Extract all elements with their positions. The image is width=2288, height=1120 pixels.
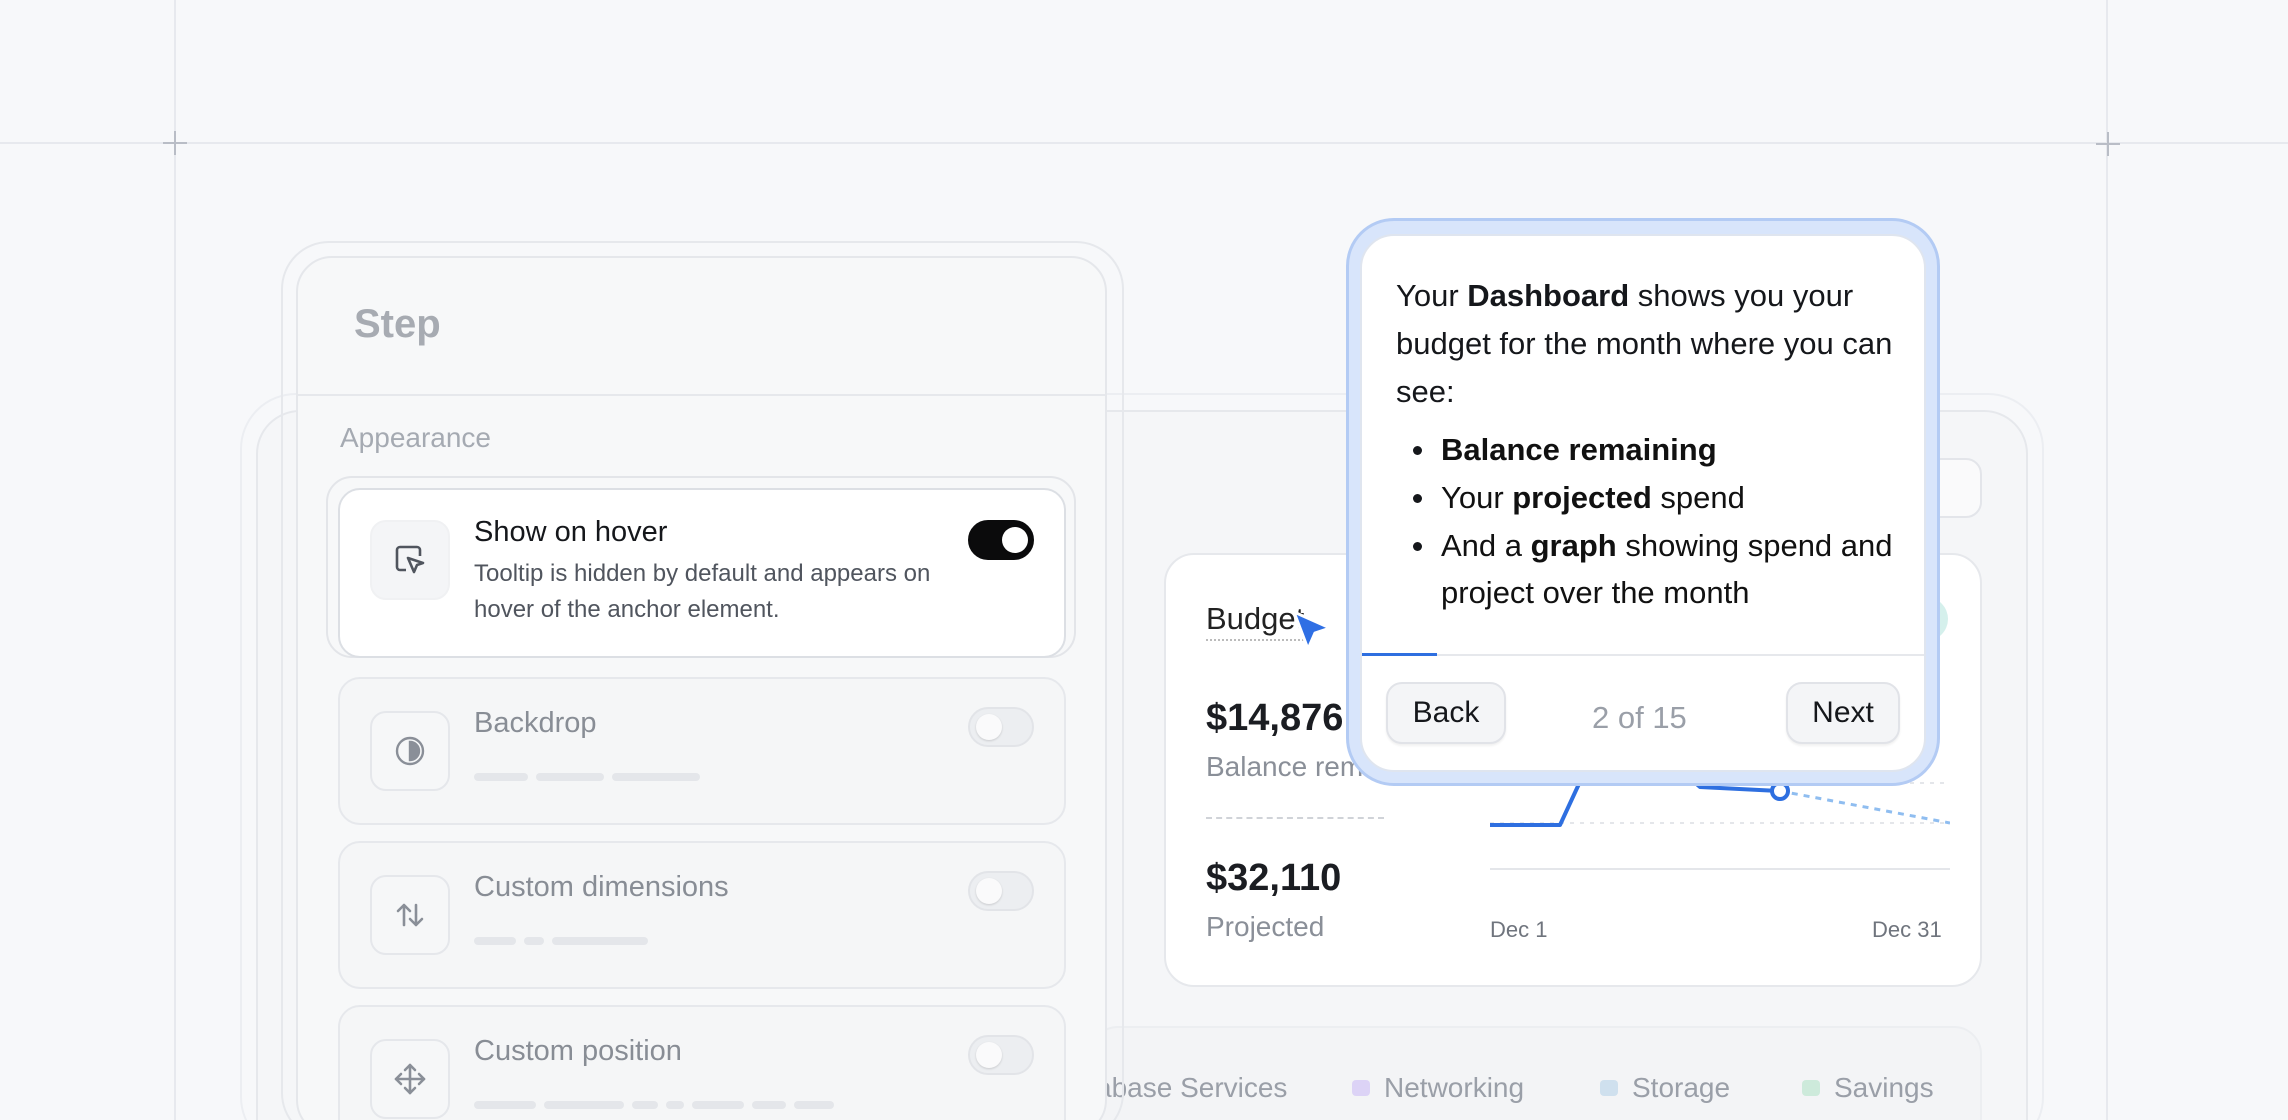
section-label-appearance: Appearance (340, 422, 492, 453)
option-backdrop[interactable]: Backdrop (338, 677, 1066, 825)
show-on-hover-toggle[interactable] (968, 520, 1034, 560)
option-placeholder (474, 1101, 834, 1109)
step-divider (298, 394, 1105, 396)
option-title: Custom position (474, 1035, 682, 1067)
legend-label: abase Services (1096, 1072, 1288, 1103)
legend-label: Storage (1632, 1072, 1731, 1103)
legend-item: abase Services (1096, 1072, 1287, 1104)
option-custom-dimensions[interactable]: Custom dimensions (338, 841, 1066, 989)
guide-line-right (2106, 0, 2108, 1120)
backdrop-toggle[interactable] (968, 707, 1034, 747)
balance-amount: $14,876 (1206, 697, 1344, 739)
list-item: And a graph showing spend and project ov… (1396, 522, 1896, 616)
tooltip-list: Balance remaining Your projected spend A… (1396, 426, 1896, 617)
back-button[interactable]: Back (1386, 682, 1506, 744)
legend-item: Savings (1802, 1072, 1934, 1104)
option-show-on-hover[interactable]: Show on hover Tooltip is hidden by defau… (338, 488, 1066, 658)
option-description: Tooltip is hidden by default and appears… (474, 560, 931, 623)
crosshair-left (163, 131, 187, 155)
legend-label: Networking (1384, 1072, 1525, 1103)
chart-x-end: Dec 31 (1872, 917, 1942, 942)
projected-line (1779, 789, 1950, 825)
legend-label: Savings (1834, 1072, 1934, 1103)
option-custom-position[interactable]: Custom position (338, 1005, 1066, 1120)
tooltip-intro: Your Dashboard shows you your budget for… (1396, 278, 1893, 409)
option-placeholder (474, 773, 700, 781)
arrows-up-down-icon (370, 875, 450, 955)
chart-x-start: Dec 1 (1490, 917, 1548, 942)
legend-swatch (1352, 1080, 1370, 1096)
amount-divider (1206, 817, 1384, 819)
guide-line-left (174, 0, 176, 1120)
tour-tooltip: Your Dashboard shows you your budget for… (1360, 234, 1926, 772)
pointer-hover-icon (370, 520, 450, 600)
option-placeholder (474, 937, 648, 945)
crosshair-right (2096, 132, 2120, 156)
custom-position-toggle[interactable] (968, 1035, 1034, 1075)
contrast-icon (370, 711, 450, 791)
legend-swatch (1802, 1080, 1820, 1096)
tour-progress-track (1362, 654, 1924, 656)
legend-item: Networking (1352, 1072, 1524, 1104)
legend-swatch (1600, 1080, 1618, 1096)
guide-line-horizontal (0, 142, 2288, 144)
option-title: Show on hover (474, 516, 668, 548)
projected-label: Projected (1206, 911, 1325, 942)
tour-progress-fill (1362, 653, 1437, 656)
step-counter: 2 of 15 (1592, 700, 1687, 735)
move-arrows-icon (370, 1039, 450, 1119)
legend-item: Storage (1600, 1072, 1730, 1104)
option-title: Custom dimensions (474, 871, 729, 903)
custom-dimensions-toggle[interactable] (968, 871, 1034, 911)
next-button[interactable]: Next (1786, 682, 1900, 744)
list-item: Your projected spend (1396, 474, 1896, 521)
list-item: Balance remaining (1396, 426, 1896, 473)
mouse-cursor-icon (1292, 610, 1332, 651)
projected-amount: $32,110 (1206, 857, 1342, 899)
option-title: Backdrop (474, 707, 597, 739)
step-title: Step (354, 302, 441, 346)
